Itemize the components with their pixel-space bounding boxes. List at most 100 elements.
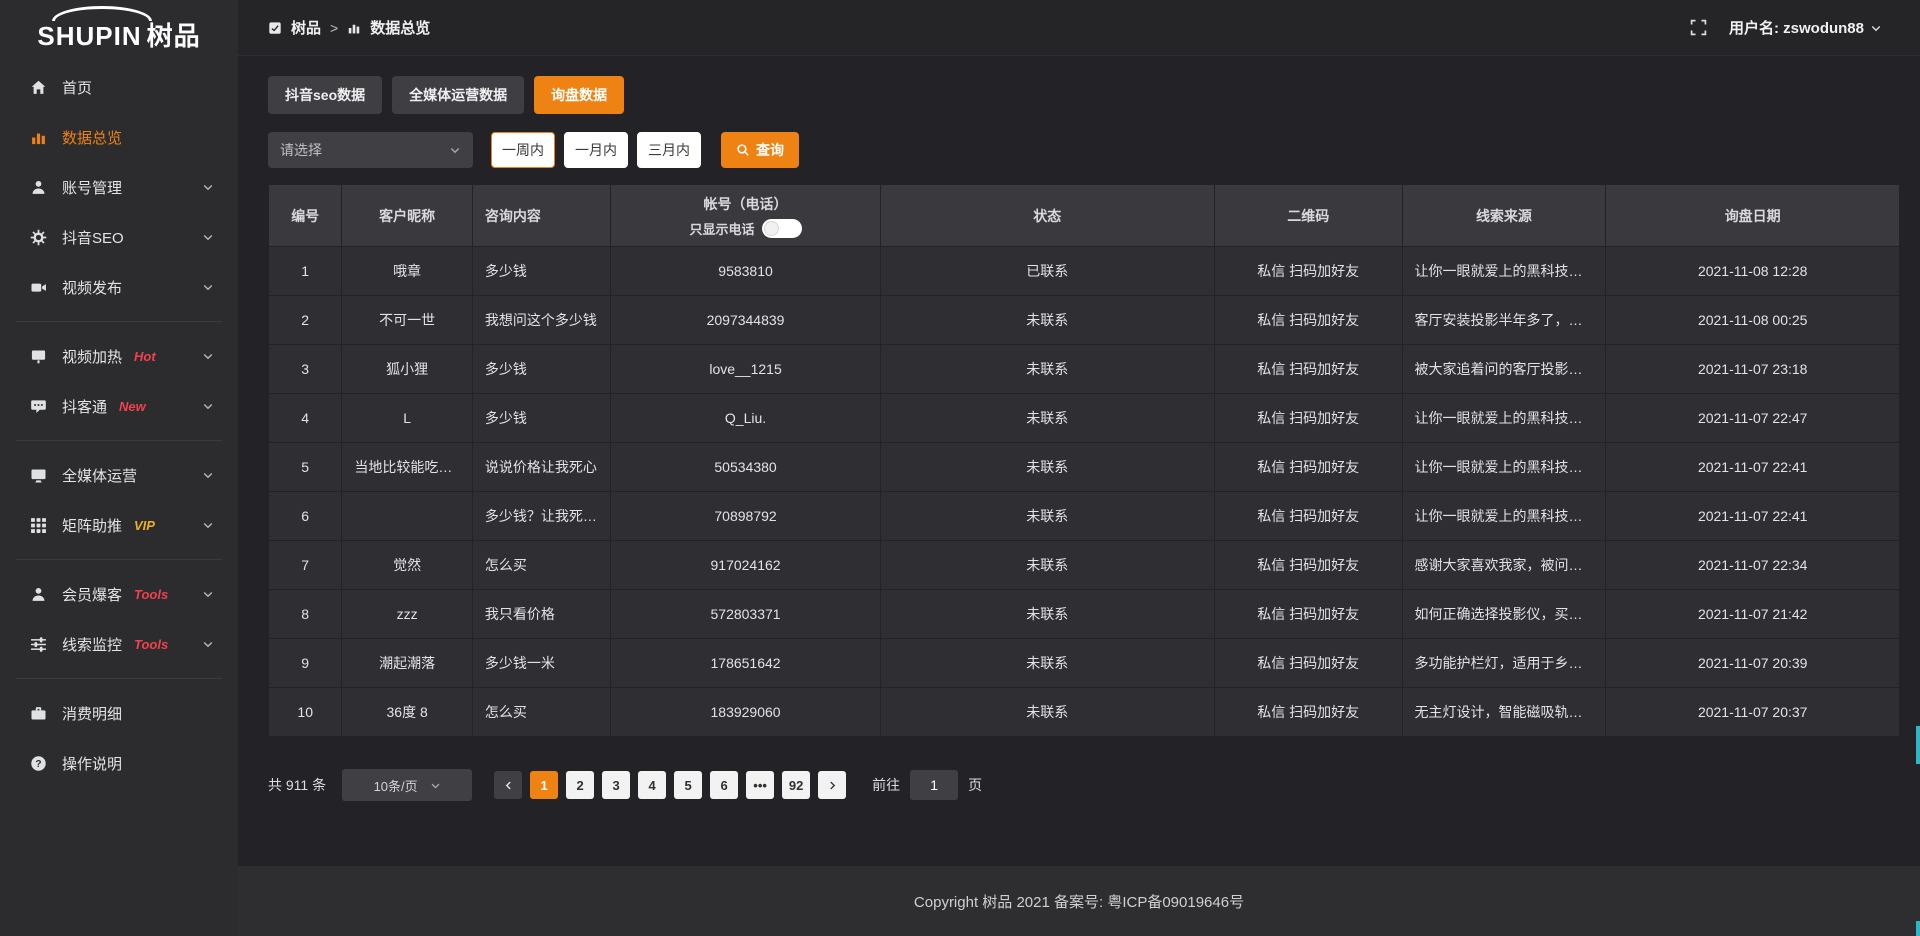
goto-page-input[interactable]	[910, 770, 958, 800]
pager-prev-button[interactable]	[494, 771, 522, 799]
tab-media-operation-data[interactable]: 全媒体运营数据	[392, 76, 524, 114]
pager-page-6[interactable]: 6	[710, 771, 738, 799]
cell-qrcode-link[interactable]: 私信 扫码加好友	[1214, 688, 1402, 737]
pager-next-button[interactable]	[818, 771, 846, 799]
cell-source-link[interactable]: 让你一眼就爱上的黑科技，能...	[1402, 247, 1606, 296]
cell-source-link[interactable]: 让你一眼就爱上的黑科技，能...	[1402, 492, 1606, 541]
cell-source-link[interactable]: 无主灯设计，智能磁吸轨道灯...	[1402, 688, 1606, 737]
range-week-button[interactable]: 一周内	[491, 132, 555, 168]
cell-source-link[interactable]: 多功能护栏灯，适用于乡村文...	[1402, 639, 1606, 688]
chat-bubble-icon	[30, 398, 47, 415]
cell-account: 70898792	[611, 492, 880, 541]
cell-no: 3	[269, 345, 342, 394]
sidebar-nav: 首页 数据总览 账号管理 抖音SEO 视频发布	[0, 56, 238, 788]
pager-page-3[interactable]: 3	[602, 771, 630, 799]
chevron-down-icon	[202, 281, 214, 293]
cell-account: Q_Liu.	[611, 394, 880, 443]
pager-ellipsis[interactable]: •••	[746, 771, 774, 799]
cell-account: 178651642	[611, 639, 880, 688]
sidebar-item-douyin-seo[interactable]: 抖音SEO	[0, 212, 238, 262]
filter-select[interactable]: 请选择	[268, 132, 473, 168]
cell-source-link[interactable]: 客厅安装投影半年多了，真实...	[1402, 296, 1606, 345]
cell-qrcode-link[interactable]: 私信 扫码加好友	[1214, 345, 1402, 394]
home-icon	[30, 79, 47, 96]
cell-no: 5	[269, 443, 342, 492]
sidebar-item-video-publish[interactable]: 视频发布	[0, 262, 238, 312]
cell-qrcode-link[interactable]: 私信 扫码加好友	[1214, 492, 1402, 541]
goto-label: 前往	[872, 775, 900, 795]
cell-source-link[interactable]: 感谢大家喜欢我家，被问了好...	[1402, 541, 1606, 590]
content: 抖音seo数据 全媒体运营数据 询盘数据 请选择 一周内 一月内 三月内 查询	[238, 56, 1920, 866]
cell-nickname: 潮起潮落	[342, 639, 472, 688]
cell-date: 2021-11-07 20:37	[1606, 688, 1900, 737]
sidebar-item-label: 消费明细	[62, 703, 122, 724]
table-row: 9 潮起潮落 多少钱一米 178651642 未联系 私信 扫码加好友 多功能护…	[269, 639, 1900, 688]
pager-page-92[interactable]: 92	[782, 771, 810, 799]
table-row: 5 当地比较能吃的一位美女 说说价格让我死心 50534380 未联系 私信 扫…	[269, 443, 1900, 492]
tab-douyin-seo-data[interactable]: 抖音seo数据	[268, 76, 382, 114]
cell-nickname: 觉然	[342, 541, 472, 590]
user-icon	[30, 586, 47, 603]
table-body: 1 哦章 多少钱 9583810 已联系 私信 扫码加好友 让你一眼就爱上的黑科…	[269, 247, 1900, 737]
sidebar-item-operation-guide[interactable]: ? 操作说明	[0, 738, 238, 788]
breadcrumb-root[interactable]: 树品	[291, 17, 321, 38]
cell-source-link[interactable]: 被大家追着问的客厅投影分享...	[1402, 345, 1606, 394]
chevron-down-icon	[430, 780, 441, 791]
cell-source-link[interactable]: 让你一眼就爱上的黑科技，能...	[1402, 394, 1606, 443]
cell-qrcode-link[interactable]: 私信 扫码加好友	[1214, 443, 1402, 492]
cell-source-link[interactable]: 如何正确选择投影仪，买投影...	[1402, 590, 1606, 639]
status-badge: 未联系	[880, 394, 1214, 443]
sidebar-item-consumption-details[interactable]: 消费明细	[0, 688, 238, 738]
cell-date: 2021-11-07 21:42	[1606, 590, 1900, 639]
sidebar-item-account-management[interactable]: 账号管理	[0, 162, 238, 212]
pager-page-4[interactable]: 4	[638, 771, 666, 799]
tab-inquiry-data[interactable]: 询盘数据	[534, 76, 624, 114]
cell-qrcode-link[interactable]: 私信 扫码加好友	[1214, 639, 1402, 688]
username-label: 用户名: zswodun88	[1729, 17, 1864, 38]
table-row: 1 哦章 多少钱 9583810 已联系 私信 扫码加好友 让你一眼就爱上的黑科…	[269, 247, 1900, 296]
sliders-icon	[30, 636, 47, 653]
cell-qrcode-link[interactable]: 私信 扫码加好友	[1214, 247, 1402, 296]
cell-qrcode-link[interactable]: 私信 扫码加好友	[1214, 296, 1402, 345]
pagination: 共 911 条 10条/页 123456•••92 前往 页	[268, 769, 1900, 801]
cell-qrcode-link[interactable]: 私信 扫码加好友	[1214, 590, 1402, 639]
sidebar-item-lead-monitoring[interactable]: 线索监控 Tools	[0, 619, 238, 669]
scrollbar-thumb[interactable]	[1916, 921, 1920, 936]
sidebar-item-data-overview[interactable]: 数据总览	[0, 112, 238, 162]
user-menu[interactable]: 用户名: zswodun88	[1729, 17, 1882, 38]
range-month-button[interactable]: 一月内	[564, 132, 628, 168]
cell-source-link[interactable]: 让你一眼就爱上的黑科技，能...	[1402, 443, 1606, 492]
cell-account: 9583810	[611, 247, 880, 296]
sidebar-item-doukertong[interactable]: 抖客通 New	[0, 381, 238, 431]
cell-qrcode-link[interactable]: 私信 扫码加好友	[1214, 541, 1402, 590]
sidebar-divider	[16, 440, 222, 441]
phone-only-toggle[interactable]	[762, 219, 802, 238]
tools-badge: Tools	[134, 637, 168, 652]
cell-content: 多少钱	[472, 345, 611, 394]
cell-no: 1	[269, 247, 342, 296]
sidebar-item-all-media-operation[interactable]: 全媒体运营	[0, 450, 238, 500]
col-header-qrcode: 二维码	[1214, 185, 1402, 247]
col-header-date: 询盘日期	[1606, 185, 1900, 247]
pager-page-5[interactable]: 5	[674, 771, 702, 799]
cell-qrcode-link[interactable]: 私信 扫码加好友	[1214, 394, 1402, 443]
pager-page-2[interactable]: 2	[566, 771, 594, 799]
filter-bar: 请选择 一周内 一月内 三月内 查询	[268, 132, 1900, 168]
range-quarter-button[interactable]: 三月内	[637, 132, 701, 168]
sidebar-item-home[interactable]: 首页	[0, 62, 238, 112]
col-header-nickname: 客户昵称	[342, 185, 472, 247]
page-size-select[interactable]: 10条/页	[342, 769, 472, 801]
footer: Copyright 树品 2021 备案号: 粤ICP备09019646号	[238, 866, 1920, 936]
sidebar-item-label: 数据总览	[62, 127, 122, 148]
pager-page-1[interactable]: 1	[530, 771, 558, 799]
sidebar-item-video-heating[interactable]: 视频加热 Hot	[0, 331, 238, 381]
scrollbar-thumb[interactable]	[1916, 726, 1920, 764]
fullscreen-icon[interactable]	[1690, 19, 1707, 36]
cell-nickname	[342, 492, 472, 541]
sidebar-item-matrix-boost[interactable]: 矩阵助推 VIP	[0, 500, 238, 550]
cell-no: 6	[269, 492, 342, 541]
sidebar-item-member-baoke[interactable]: 会员爆客 Tools	[0, 569, 238, 619]
search-button[interactable]: 查询	[721, 132, 799, 168]
logo-arc	[52, 6, 152, 21]
cell-date: 2021-11-07 22:41	[1606, 443, 1900, 492]
